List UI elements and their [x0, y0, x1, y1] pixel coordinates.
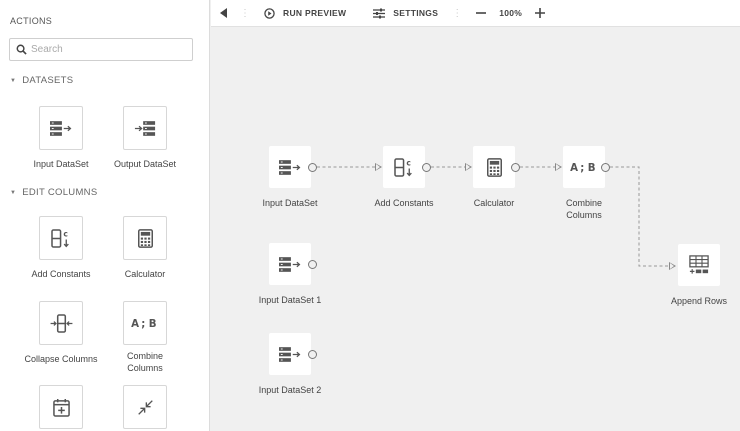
toolbar-separator-icon: ⋮ — [452, 7, 463, 19]
node-label: Combine Columns — [565, 198, 603, 220]
calculator-icon — [123, 216, 167, 260]
calculator-icon — [473, 146, 515, 188]
sliders-icon — [373, 8, 386, 18]
search-box[interactable] — [9, 38, 193, 61]
section-datasets-label: DATASETS — [22, 75, 74, 86]
tool-label: Input DataSet — [33, 159, 89, 169]
toolbar: ⋮ RUN PREVIEW SETTINGS ⋮ 100% — [211, 0, 740, 27]
minus-icon — [476, 12, 487, 14]
edge-combine-to-append — [610, 166, 671, 267]
output-port[interactable] — [601, 162, 610, 172]
output-port[interactable] — [308, 260, 317, 269]
node-label: Calculator — [473, 198, 515, 208]
output-dataset-icon — [123, 106, 167, 150]
search-input[interactable] — [31, 44, 181, 55]
node-label: Input DataSet 2 — [258, 385, 322, 395]
run-preview-label: RUN PREVIEW — [283, 8, 347, 18]
node-label: Input DataSet — [262, 198, 318, 208]
tool-label: Add Constants — [31, 269, 91, 279]
caret-down-icon: ▼ — [10, 77, 17, 84]
calendar-plus-icon — [39, 385, 83, 429]
collapse-columns-icon — [39, 301, 83, 345]
zoom-level: 100% — [499, 8, 523, 18]
input-dataset-icon — [39, 106, 83, 150]
settings-label: SETTINGS — [393, 8, 439, 18]
actions-title: ACTIONS — [10, 16, 53, 26]
tool-date[interactable] — [16, 385, 106, 429]
caret-left-icon — [220, 8, 227, 18]
zoom-in-button[interactable] — [535, 8, 546, 18]
shrink-arrows-icon — [123, 385, 167, 429]
tool-combine-columns[interactable]: Combine Columns — [100, 301, 190, 374]
run-preview-button[interactable]: RUN PREVIEW — [264, 7, 347, 19]
tool-label: Output DataSet — [113, 159, 177, 169]
node-input-dataset-1[interactable]: Input DataSet 1 — [255, 243, 325, 306]
tool-calculator[interactable]: Calculator — [100, 216, 190, 280]
tool-shrink[interactable] — [100, 385, 190, 429]
section-datasets[interactable]: ▼ DATASETS — [10, 75, 73, 86]
caret-down-icon: ▼ — [10, 189, 17, 196]
tool-add-constants[interactable]: Add Constants — [16, 216, 106, 280]
play-circle-icon — [264, 7, 275, 19]
tool-input-dataset[interactable]: Input DataSet — [16, 106, 106, 170]
output-port[interactable] — [308, 162, 317, 172]
tool-output-dataset[interactable]: Output DataSet — [100, 106, 190, 170]
input-dataset-icon — [269, 146, 311, 188]
collapse-panel-button[interactable] — [220, 8, 228, 18]
output-port[interactable] — [511, 162, 520, 172]
node-calculator[interactable]: Calculator — [459, 146, 529, 209]
input-dataset-icon — [269, 243, 311, 285]
tool-collapse-columns[interactable]: Collapse Columns — [16, 301, 106, 365]
combine-columns-icon — [123, 301, 167, 345]
plus-icon — [535, 8, 546, 18]
section-edit-columns-label: EDIT COLUMNS — [22, 187, 98, 198]
tool-label: Calculator — [124, 269, 166, 279]
input-dataset-icon — [269, 333, 311, 375]
output-port[interactable] — [422, 162, 431, 172]
output-port[interactable] — [308, 350, 317, 359]
zoom-out-button[interactable] — [476, 8, 487, 18]
settings-button[interactable]: SETTINGS — [373, 8, 438, 19]
node-label: Input DataSet 1 — [258, 295, 322, 305]
node-combine-columns[interactable]: Combine Columns — [549, 146, 619, 221]
append-rows-icon — [678, 244, 720, 286]
node-label: Append Rows — [670, 296, 728, 306]
node-append-rows[interactable]: Append Rows — [664, 244, 734, 307]
workflow-canvas[interactable]: Input DataSet Add Constants Calculator C… — [211, 27, 740, 431]
combine-columns-icon — [563, 146, 605, 188]
search-icon — [16, 44, 27, 55]
add-constants-icon — [39, 216, 83, 260]
toolbar-separator-icon: ⋮ — [240, 7, 250, 19]
section-edit-columns[interactable]: ▼ EDIT COLUMNS — [10, 187, 97, 198]
node-input-dataset[interactable]: Input DataSet — [255, 146, 325, 209]
actions-sidebar: ACTIONS ▼ DATASETS Input DataSet Output … — [0, 0, 210, 431]
node-add-constants[interactable]: Add Constants — [369, 146, 439, 209]
node-input-dataset-2[interactable]: Input DataSet 2 — [255, 333, 325, 396]
tool-label: Collapse Columns — [24, 354, 98, 364]
add-constants-icon — [383, 146, 425, 188]
node-label: Add Constants — [374, 198, 434, 208]
tool-label: Combine Columns — [126, 351, 164, 373]
